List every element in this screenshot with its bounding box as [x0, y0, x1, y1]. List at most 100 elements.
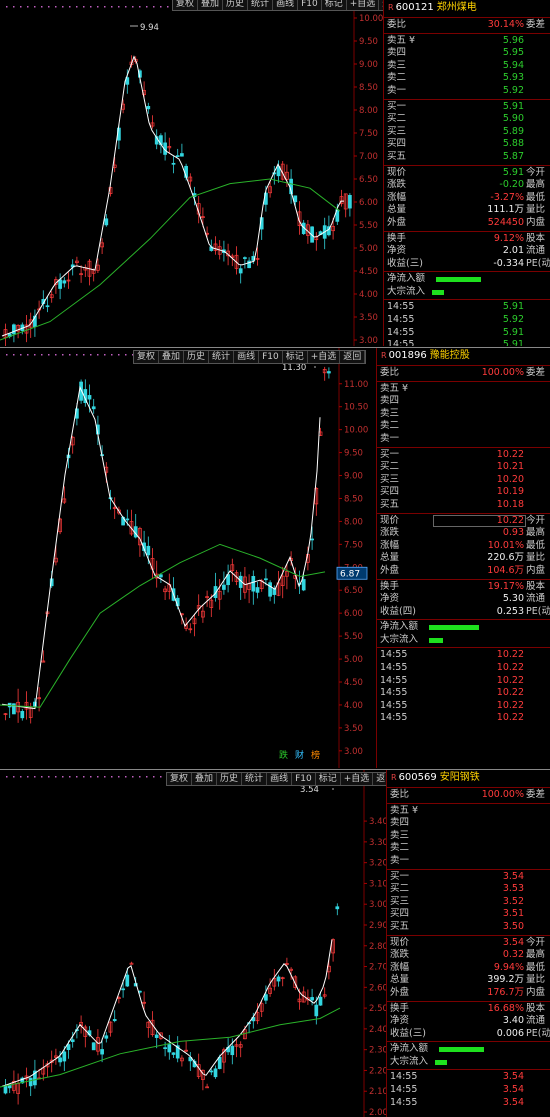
quote-value: -3.27% — [490, 191, 524, 203]
axis-tick-label: 3.40 — [369, 817, 386, 827]
quote-row: 委比 30.14% 委差 — [384, 19, 550, 32]
quote-row: 卖五 ¥ — [377, 383, 550, 396]
candle-body — [293, 195, 298, 203]
candlestick-chart-2[interactable]: 11.0010.5010.009.509.008.508.007.507.006… — [0, 348, 376, 768]
toolbar-button-7[interactable]: +自选 — [347, 0, 380, 10]
quote-row: 现价 10.22 今开 — [377, 514, 550, 528]
quote-value: 10.22 — [496, 649, 524, 661]
event-marker — [125, 6, 127, 8]
axis-tick-label: 2.20 — [369, 1066, 386, 1076]
toolbar-button-6[interactable]: 标记 — [322, 0, 347, 10]
toolbar-button-7[interactable]: +自选 — [308, 351, 341, 363]
quote-label: 买一 — [387, 100, 407, 112]
quote-row: 卖一 — [387, 855, 550, 868]
event-marker — [13, 776, 15, 778]
quote-row: 买三 3.52 — [387, 896, 550, 909]
quote-row: 14:55 10.22 — [377, 712, 550, 725]
toolbar-button-1[interactable]: 叠加 — [192, 773, 218, 785]
event-marker — [27, 354, 29, 356]
quote-label: 买一 — [380, 448, 400, 460]
candle-body — [264, 994, 268, 1001]
toolbar-button-0[interactable]: 复权 — [173, 0, 199, 10]
axis-tick-label: 10.00 — [344, 426, 368, 436]
candlestick-chart-3[interactable]: 3.40 3.30 3.20 3.10 3.00 2.90 2.80 2.70 2.60 2.50… — [0, 770, 386, 1117]
r-badge-icon: R — [388, 3, 394, 12]
event-marker — [132, 776, 134, 778]
quote-value: 30.14% — [487, 19, 524, 30]
candle-body — [175, 155, 180, 158]
quote-label: 买五 — [390, 920, 410, 932]
flow-bar — [429, 625, 479, 631]
event-marker — [160, 6, 162, 8]
toolbar-button-1[interactable]: 叠加 — [159, 351, 185, 363]
event-marker — [97, 354, 99, 356]
quote-label: 外盘 — [390, 986, 410, 998]
flow-row: 大宗流入 — [387, 1056, 550, 1069]
quote-row: 卖三 5.94 — [384, 60, 550, 73]
chart-toolbar-1: 复权叠加历史统计画线F10标记+自选返回 — [172, 0, 406, 11]
axis-tick-label: 7.50 — [359, 129, 378, 139]
toolbar-button-6[interactable]: 标记 — [283, 351, 308, 363]
toolbar-button-1[interactable]: 叠加 — [198, 0, 224, 10]
toolbar-button-0[interactable]: 复权 — [167, 773, 193, 785]
quote-row: 净资 2.01 流通 — [384, 245, 550, 258]
toolbar-button-5[interactable]: F10 — [259, 351, 283, 363]
candle-body — [327, 371, 331, 374]
candlestick-chart-1[interactable]: 10.00 9.50 9.00 8.50 8.00 7.50 7.00 6.50 6.00 5.5… — [0, 0, 383, 346]
event-marker — [139, 776, 141, 778]
candle-body — [125, 974, 130, 987]
toolbar-button-2[interactable]: 历史 — [217, 773, 243, 785]
axis-tick-label: 3.10 — [369, 879, 386, 889]
quote-row: 卖二 — [377, 420, 550, 433]
quote-row: 总量 220.6万 量比 — [377, 552, 550, 565]
quote-tail-label: 股本 — [526, 580, 546, 592]
quote-value: 10.21 — [496, 461, 524, 473]
toolbar-button-4[interactable]: 画线 — [267, 773, 293, 785]
quote-row: 卖三 — [387, 830, 550, 843]
axis-tick-label: 7.00 — [359, 152, 378, 162]
toolbar-button-5[interactable]: F10 — [298, 0, 322, 10]
axis-tick-label: 2.10 — [369, 1087, 386, 1097]
toolbar-button-7[interactable]: +自选 — [341, 773, 374, 785]
toolbar-button-2[interactable]: 历史 — [223, 0, 249, 10]
quote-row: 买五 10.18 — [377, 499, 550, 512]
quote-label: 换手 — [390, 1002, 410, 1014]
quote-value: 100.00% — [481, 367, 524, 378]
toolbar-button-6[interactable]: 标记 — [316, 773, 341, 785]
stock-code: 600121 — [395, 2, 434, 13]
quote-label: 总量 — [380, 552, 400, 564]
quote-tail-label: 今开 — [526, 514, 546, 526]
event-icon-0[interactable]: 跌 — [279, 750, 288, 761]
event-marker — [69, 6, 71, 8]
flow-label: 净流入额 — [387, 273, 426, 285]
axis-tick-label: 4.00 — [344, 701, 363, 711]
toolbar-button-8[interactable]: 返回 — [340, 351, 366, 363]
toolbar-button-0[interactable]: 复权 — [134, 351, 160, 363]
toolbar-button-3[interactable]: 统计 — [242, 773, 268, 785]
axis-tick-label: 9.00 — [344, 472, 363, 482]
quote-value: 5.92 — [502, 84, 524, 96]
toolbar-button-3[interactable]: 统计 — [209, 351, 235, 363]
quote-row: 14:55 10.22 — [377, 675, 550, 688]
event-icon-1[interactable]: 财 — [295, 749, 304, 761]
toolbar-button-2[interactable]: 历史 — [184, 351, 210, 363]
axis-tick-label: 6.00 — [359, 198, 378, 208]
toolbar-button-4[interactable]: 画线 — [234, 351, 260, 363]
candle-body — [217, 1056, 222, 1069]
toolbar-button-3[interactable]: 统计 — [248, 0, 274, 10]
quote-value: 10.20 — [496, 473, 524, 485]
axis-tick-label: 4.50 — [344, 678, 363, 688]
candle-body — [121, 988, 125, 991]
toolbar-button-5[interactable]: F10 — [292, 773, 316, 785]
quote-row: 委比 100.00% 委差 — [377, 367, 550, 380]
axis-tick-label: 2.50 — [369, 1004, 386, 1014]
flow-bar — [436, 277, 481, 283]
event-icon-2[interactable]: 榜 — [311, 749, 320, 761]
quote-tail-label: 量比 — [526, 204, 546, 216]
candle-body — [146, 545, 151, 556]
flow-label: 净流入额 — [380, 621, 419, 633]
quote-value: 5.91 — [502, 301, 524, 313]
toolbar-button-4[interactable]: 画线 — [273, 0, 299, 10]
axis-tick-label: 3.00 — [359, 336, 378, 346]
event-marker — [41, 354, 43, 356]
